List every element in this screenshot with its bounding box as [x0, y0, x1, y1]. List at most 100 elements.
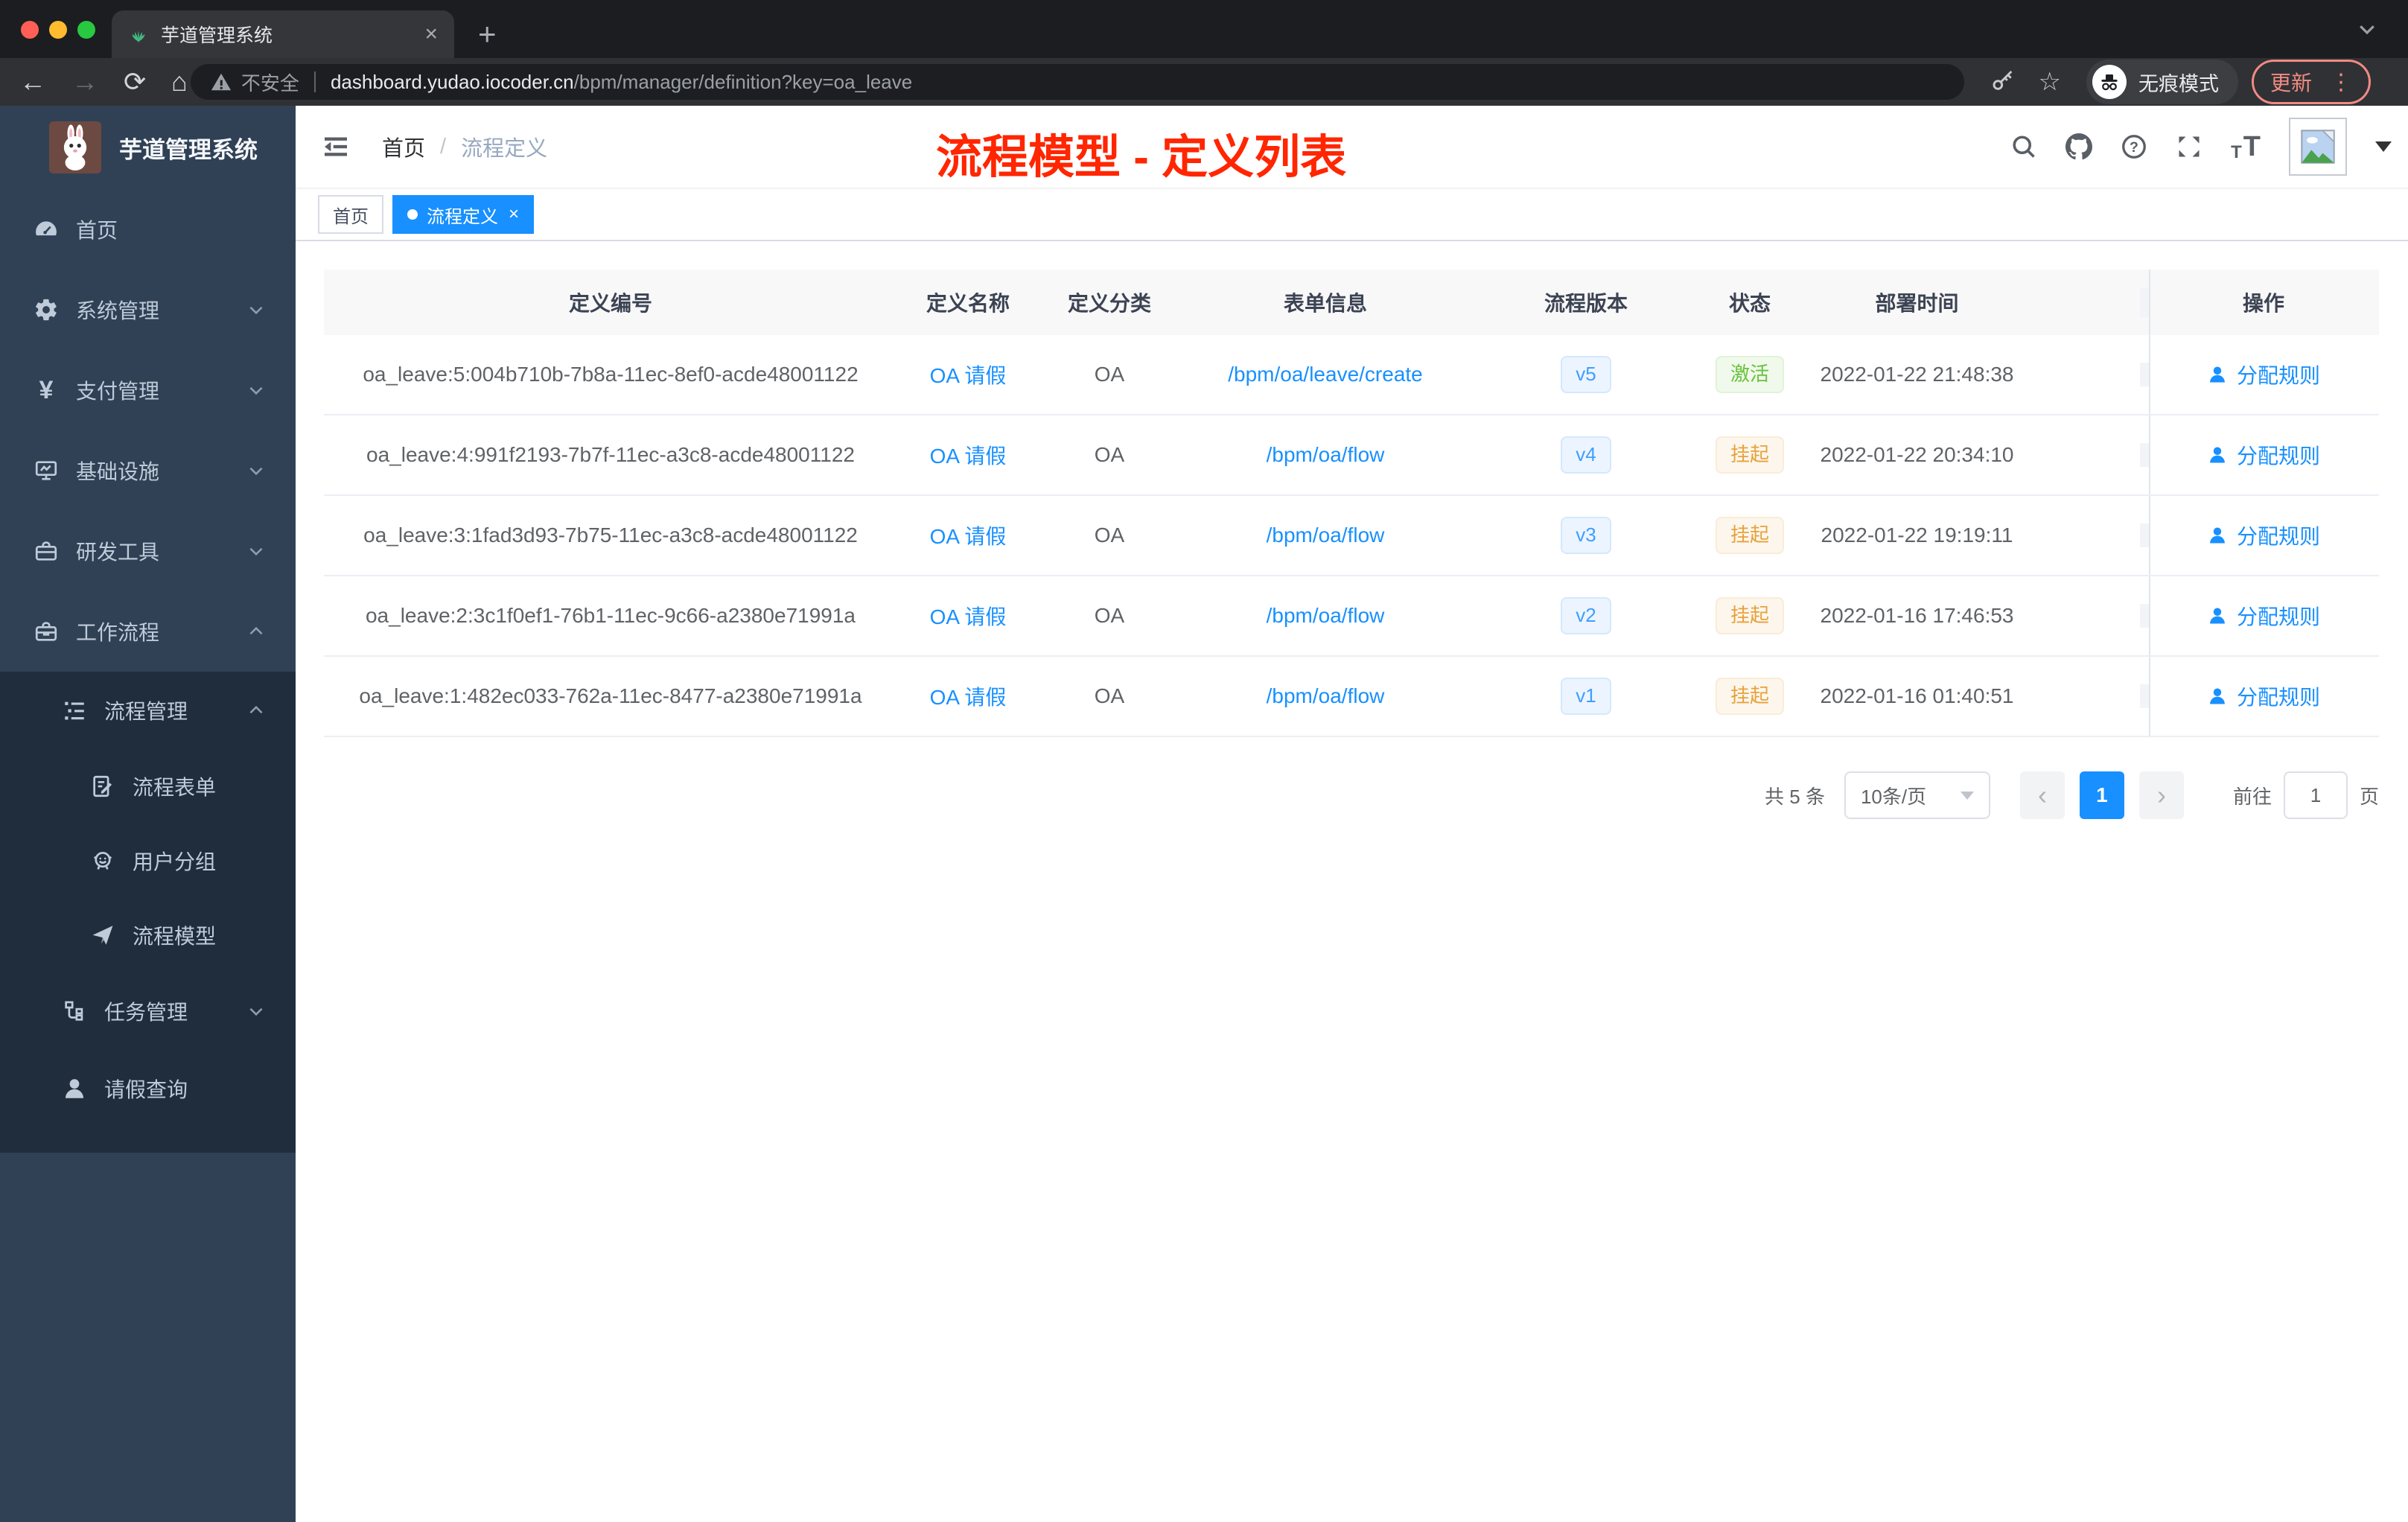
new-tab-button[interactable]: + — [478, 16, 497, 52]
form-link[interactable]: /bpm/oa/flow — [1267, 443, 1385, 466]
bookmark-star-icon[interactable]: ☆ — [2039, 67, 2061, 97]
logo-rabbit-image — [49, 121, 101, 173]
sidebar-item-home[interactable]: 首页 — [0, 189, 296, 270]
tag-process-definition[interactable]: 流程定义 × — [392, 195, 535, 234]
home-button[interactable]: ⌂ — [171, 69, 188, 95]
sidebar-item-infrastructure[interactable]: 基础设施 — [0, 430, 296, 511]
url-path: /bpm/manager/definition?key=oa_leave — [573, 70, 913, 93]
minimize-window-button[interactable] — [49, 21, 67, 39]
status-badge: 挂起 — [1715, 597, 1784, 634]
key-icon[interactable] — [1991, 69, 2015, 96]
dashboard-icon — [33, 216, 60, 243]
tags-bar: 首页 流程定义 × — [296, 188, 2408, 241]
toolbox-icon — [33, 538, 60, 564]
sidebar-item-process-management[interactable]: 流程管理 — [0, 672, 296, 749]
table-row: oa_leave:4:991f2193-7b7f-11ec-a3c8-acde4… — [324, 415, 2379, 496]
address-field[interactable]: 不安全 dashboard.yudao.iocoder.cn/bpm/manag… — [190, 64, 1964, 100]
assign-rule-link[interactable]: 分配规则 — [2207, 520, 2320, 550]
column-header: 操作 — [2149, 270, 2377, 335]
sidebar-item-dev-tools[interactable]: 研发工具 — [0, 511, 296, 591]
toolbox-icon — [33, 618, 60, 645]
form-link[interactable]: /bpm/oa/flow — [1267, 523, 1385, 547]
url-host: dashboard.yudao.iocoder.cn — [330, 70, 574, 93]
prev-page-button[interactable]: ‹ — [2019, 771, 2065, 819]
yen-icon: ¥ — [39, 375, 54, 404]
browser-update-button[interactable]: 更新 ⋮ — [2251, 60, 2371, 104]
assign-rule-link[interactable]: 分配规则 — [2207, 440, 2320, 470]
avatar[interactable] — [2289, 118, 2347, 176]
sidebar-item-task-management[interactable]: 任务管理 — [0, 972, 296, 1050]
browser-menu-icon[interactable]: ⋮ — [2330, 69, 2352, 95]
font-size-icon[interactable]: TT — [2231, 131, 2261, 163]
status-badge: 挂起 — [1715, 678, 1784, 715]
paper-plane-icon — [89, 922, 116, 949]
avatar-caret-icon[interactable] — [2375, 141, 2392, 152]
back-button[interactable]: ← — [19, 69, 46, 95]
chevron-down-icon — [246, 300, 266, 319]
content: 定义编号 定义名称 定义分类 表单信息 流程版本 状态 部署时间 操作 oa_l… — [324, 243, 2379, 819]
form-link[interactable]: /bpm/oa/flow — [1267, 604, 1385, 627]
version-badge: v4 — [1561, 436, 1611, 474]
incognito-label: 无痕模式 — [2138, 72, 2219, 95]
definition-category: OA — [1094, 684, 1125, 707]
sidebar-item-leave-query[interactable]: 请假查询 — [0, 1050, 296, 1127]
pagination-total: 共 5 条 — [1765, 785, 1825, 808]
page-unit-label: 页 — [2359, 785, 2379, 808]
sidebar-item-process-model[interactable]: 流程模型 — [0, 898, 296, 972]
sidebar-item-user-group[interactable]: 用户分组 — [0, 824, 296, 898]
definition-name-link[interactable]: OA 请假 — [930, 605, 1007, 628]
tab-close-icon[interactable]: × — [424, 23, 438, 45]
chevron-down-icon — [246, 380, 266, 400]
reload-button[interactable]: ⟳ — [124, 69, 146, 95]
incognito-badge: 无痕模式 — [2086, 60, 2238, 104]
form-link[interactable]: /bpm/oa/flow — [1267, 684, 1385, 707]
definition-table: 定义编号 定义名称 定义分类 表单信息 流程版本 状态 部署时间 操作 oa_l… — [324, 270, 2379, 737]
tag-home[interactable]: 首页 — [318, 195, 383, 234]
column-header: 定义编号 — [568, 292, 652, 315]
search-icon[interactable] — [2010, 133, 2037, 160]
screen: 芋道管理系统 × + ← → ⟳ ⌂ 不安全 dashboard.yudao.i… — [0, 0, 2408, 1522]
definition-name-link[interactable]: OA 请假 — [930, 364, 1007, 387]
definition-name-link[interactable]: OA 请假 — [930, 686, 1007, 709]
gear-icon — [33, 296, 60, 323]
breadcrumb-home[interactable]: 首页 — [382, 131, 425, 162]
sidebar-item-payment[interactable]: ¥ 支付管理 — [0, 350, 296, 430]
browser-tab[interactable]: 芋道管理系统 × — [112, 10, 454, 58]
sidebar-item-workflow[interactable]: 工作流程 — [0, 591, 296, 672]
zoom-window-button[interactable] — [77, 21, 95, 39]
close-window-button[interactable] — [21, 21, 39, 39]
tab-search-chevron-icon[interactable] — [2356, 18, 2378, 44]
deploy-time: 2022-01-16 01:40:51 — [1798, 684, 2149, 708]
column-header: 部署时间 — [1798, 287, 2149, 317]
definition-name-link[interactable]: OA 请假 — [930, 525, 1007, 548]
page-1-button[interactable]: 1 — [2079, 771, 2124, 819]
sidebar-item-process-form[interactable]: 流程表单 — [0, 749, 296, 824]
definition-category: OA — [1094, 604, 1125, 627]
tab-strip: 芋道管理系统 × + — [0, 0, 2408, 58]
column-header: 表单信息 — [1283, 292, 1367, 315]
github-icon[interactable] — [2065, 133, 2093, 160]
fullscreen-icon[interactable] — [2176, 133, 2202, 160]
next-page-button[interactable]: › — [2138, 771, 2184, 819]
workflow-submenu: 流程管理 流程表单 用户分组 流程模型 任务管理 请假查询 — [0, 672, 296, 1153]
help-icon[interactable]: ? — [2121, 133, 2147, 160]
forward-button[interactable]: → — [71, 69, 98, 95]
deploy-time: 2022-01-22 20:34:10 — [1798, 443, 2149, 467]
chevron-down-icon — [246, 461, 266, 480]
assign-rule-link[interactable]: 分配规则 — [2207, 681, 2320, 711]
goto-page-input[interactable] — [2283, 771, 2348, 819]
address-divider — [313, 71, 316, 92]
sidebar-collapse-icon[interactable] — [321, 132, 351, 162]
form-link[interactable]: /bpm/oa/leave/create — [1228, 363, 1423, 386]
assign-rule-link[interactable]: 分配规则 — [2207, 360, 2320, 389]
security-label[interactable]: 不安全 — [241, 69, 299, 96]
tag-close-icon[interactable]: × — [509, 204, 519, 225]
column-header: 状态 — [1728, 292, 1771, 315]
assign-rule-link[interactable]: 分配规则 — [2207, 601, 2320, 631]
sidebar-item-system[interactable]: 系统管理 — [0, 270, 296, 350]
definition-name-link[interactable]: OA 请假 — [930, 445, 1007, 468]
deploy-time: 2022-01-16 17:46:53 — [1798, 604, 2149, 628]
tree-icon — [61, 998, 88, 1025]
page-size-select[interactable]: 10条/页 — [1844, 771, 1990, 819]
definition-id: oa_leave:2:3c1f0ef1-76b1-11ec-9c66-a2380… — [365, 604, 856, 627]
